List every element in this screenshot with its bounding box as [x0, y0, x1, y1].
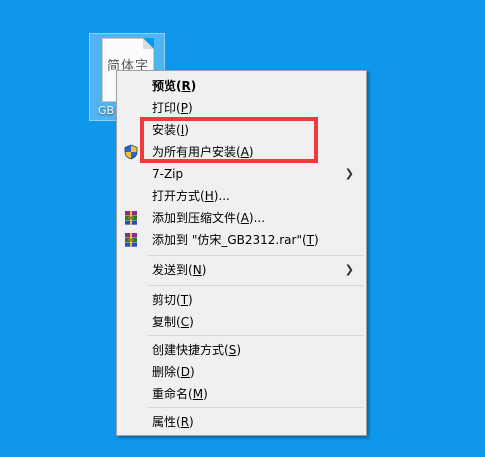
menu-separator	[147, 255, 364, 256]
winrar-icon	[125, 211, 137, 225]
menu-item-send-to[interactable]: 发送到(N) ❯	[119, 259, 364, 281]
menu-item-add-to-archive[interactable]: 添加到压缩文件(A)...	[119, 207, 364, 229]
submenu-arrow-icon: ❯	[344, 167, 354, 180]
menu-item-rename[interactable]: 重命名(M)	[119, 383, 364, 405]
menu-separator	[147, 407, 364, 408]
menu-item-add-to-rar[interactable]: 添加到 "仿宋_GB2312.rar"(T)	[119, 229, 364, 251]
menu-separator	[147, 335, 364, 336]
highlight-box	[140, 117, 318, 163]
menu-item-preview[interactable]: 预览(R)	[119, 75, 364, 97]
submenu-arrow-icon: ❯	[344, 263, 354, 276]
menu-item-7zip[interactable]: 7-Zip ❯	[119, 163, 364, 185]
menu-separator	[147, 285, 364, 286]
menu-item-delete[interactable]: 删除(D)	[119, 361, 364, 383]
menu-item-copy[interactable]: 复制(C)	[119, 311, 364, 333]
menu-item-open-with[interactable]: 打开方式(H)...	[119, 185, 364, 207]
menu-item-create-shortcut[interactable]: 创建快捷方式(S)	[119, 339, 364, 361]
menu-item-cut[interactable]: 剪切(T)	[119, 289, 364, 311]
uac-shield-icon	[124, 144, 138, 160]
menu-item-print[interactable]: 打印(P)	[119, 97, 364, 119]
winrar-icon	[125, 233, 137, 247]
menu-item-properties[interactable]: 属性(R)	[119, 411, 364, 433]
